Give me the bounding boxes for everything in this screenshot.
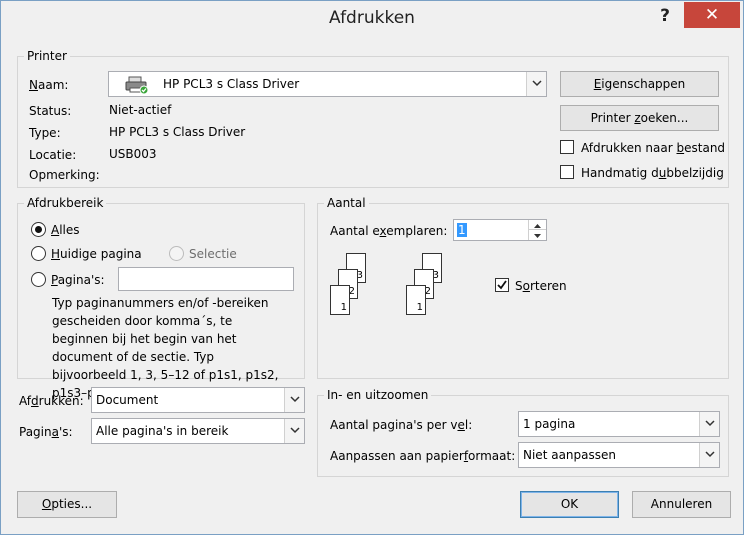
chevron-down-icon[interactable] (284, 419, 304, 443)
collate-preview-stack-1: 3 2 1 (330, 253, 375, 317)
help-button[interactable]: ? (653, 4, 677, 28)
printer-name-select[interactable]: HP PCL3 s Class Driver (108, 71, 547, 97)
collate-checkbox[interactable] (495, 278, 509, 292)
spin-up-icon[interactable] (529, 220, 546, 230)
pages-per-sheet-value: 1 pagina (523, 417, 576, 431)
options-button[interactable]: Opties... (17, 491, 117, 518)
comment-label: Opmerking: (29, 168, 100, 182)
chevron-down-icon[interactable] (699, 443, 719, 467)
title-bar: Afdrukken ? ✕ (1, 1, 743, 37)
radio-selected-dot (35, 226, 42, 233)
spin-down-icon[interactable] (529, 230, 546, 240)
zoom-group-label: In- en uitzoomen (324, 388, 432, 402)
properties-button[interactable]: Eigenschappen (560, 71, 719, 97)
print-dialog: Afdrukken ? ✕ Printer Naam: HP PCL3 s Cl… (0, 0, 744, 535)
print-to-file-checkbox[interactable] (560, 140, 574, 154)
printer-icon (125, 75, 149, 95)
collate-label: Sorteren (515, 279, 567, 293)
collate-preview-stack-2: 3 2 1 (406, 253, 451, 317)
copies-count-label: Aantal exemplaren: (330, 224, 448, 238)
type-value: HP PCL3 s Class Driver (109, 125, 246, 139)
copies-group-label: Aantal (324, 196, 369, 210)
printer-name-value: HP PCL3 s Class Driver (163, 77, 300, 91)
range-help-text: Typ paginanummers en/of -bereiken gesche… (52, 296, 279, 400)
close-button[interactable]: ✕ (684, 2, 740, 28)
printer-group-label: Printer (24, 49, 70, 63)
copies-count-spinner[interactable]: 1 (453, 219, 547, 241)
status-label: Status: (29, 104, 72, 118)
spinner-buttons (528, 220, 546, 240)
ok-button[interactable]: OK (520, 491, 619, 518)
chevron-down-icon[interactable] (699, 412, 719, 436)
checkmark-icon (497, 280, 507, 290)
print-what-value: Document (96, 393, 159, 407)
print-to-file-label: Afdrukken naar bestand (581, 141, 726, 155)
range-pages-radio[interactable] (31, 272, 46, 287)
print-pages-value: Alle pagina's in bereik (96, 424, 229, 438)
printer-name-label: Naam: (29, 78, 69, 92)
scale-label: Aanpassen aan papierformaat: (330, 449, 516, 463)
manual-duplex-checkbox[interactable] (560, 165, 574, 179)
chevron-down-icon[interactable] (284, 388, 304, 412)
page-icon: 1 (330, 285, 350, 315)
range-pages-input[interactable] (118, 267, 294, 291)
window-title: Afdrukken (329, 8, 415, 28)
range-current-page-label: Huidige pagina (51, 247, 142, 261)
range-selection-radio[interactable] (169, 246, 184, 261)
status-value: Niet-actief (109, 103, 172, 117)
range-selection-label: Selectie (189, 247, 237, 261)
print-what-select[interactable]: Document (91, 387, 305, 413)
manual-duplex-label: Handmatig dubbelzijdig (581, 166, 724, 180)
print-pages-select[interactable]: Alle pagina's in bereik (91, 418, 305, 444)
pages-per-sheet-label: Aantal pagina's per vel: (330, 418, 473, 432)
chevron-down-icon[interactable] (526, 72, 546, 96)
location-value: USB003 (109, 147, 157, 161)
range-pages-label: Pagina's: (51, 273, 105, 287)
type-label: Type: (29, 126, 61, 140)
pages-per-sheet-select[interactable]: 1 pagina (518, 411, 720, 437)
print-what-label: Afdrukken: (19, 394, 84, 408)
range-all-radio[interactable] (31, 222, 46, 237)
range-all-label: Alles (51, 223, 80, 237)
scale-value: Niet aanpassen (523, 448, 616, 462)
page-icon: 1 (406, 285, 426, 315)
range-current-page-radio[interactable] (31, 246, 46, 261)
print-pages-label: Pagina's: (19, 425, 73, 439)
cancel-button[interactable]: Annuleren (632, 491, 731, 518)
location-label: Locatie: (29, 148, 77, 162)
print-range-group-label: Afdrukbereik (24, 196, 107, 210)
scale-select[interactable]: Niet aanpassen (518, 442, 720, 468)
find-printer-button[interactable]: Printer zoeken... (560, 105, 719, 131)
copies-count-value: 1 (457, 223, 467, 237)
